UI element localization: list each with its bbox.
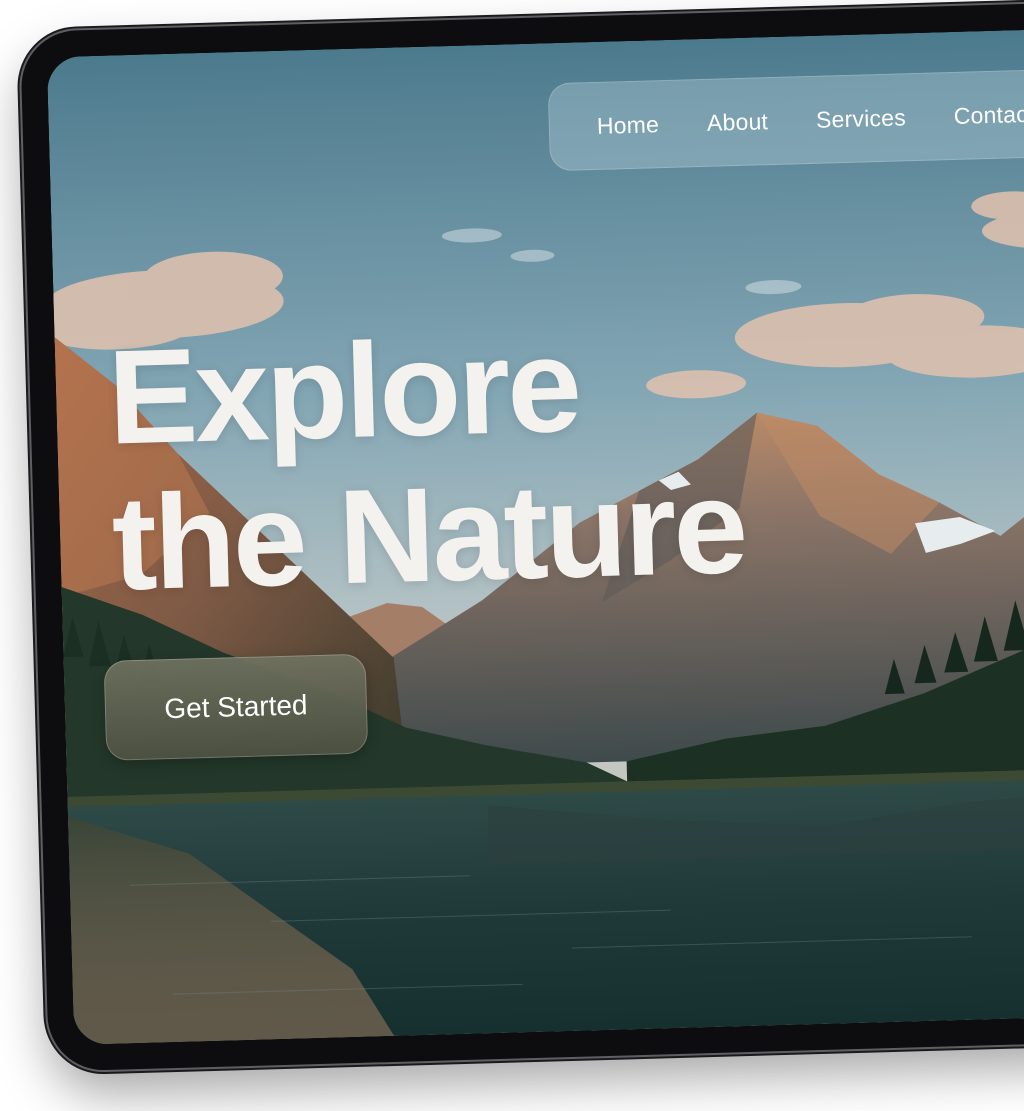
nav-item-services[interactable]: Services (816, 104, 907, 133)
hero-headline-line-2: the Nature (110, 451, 747, 619)
nav-item-about[interactable]: About (707, 108, 769, 137)
hero-headline-line-1: Explore (106, 310, 581, 473)
hero-headline: Explore the Nature (106, 308, 747, 619)
get-started-button[interactable]: Get Started (103, 653, 369, 761)
tablet-screen: Home About Services Contact Explore the … (46, 26, 1024, 1045)
tablet-device: Home About Services Contact Explore the … (20, 0, 1024, 1072)
nav-item-contact[interactable]: Contact (953, 100, 1024, 129)
stage: Home About Services Contact Explore the … (0, 0, 1024, 1111)
nav-item-home[interactable]: Home (596, 111, 659, 140)
